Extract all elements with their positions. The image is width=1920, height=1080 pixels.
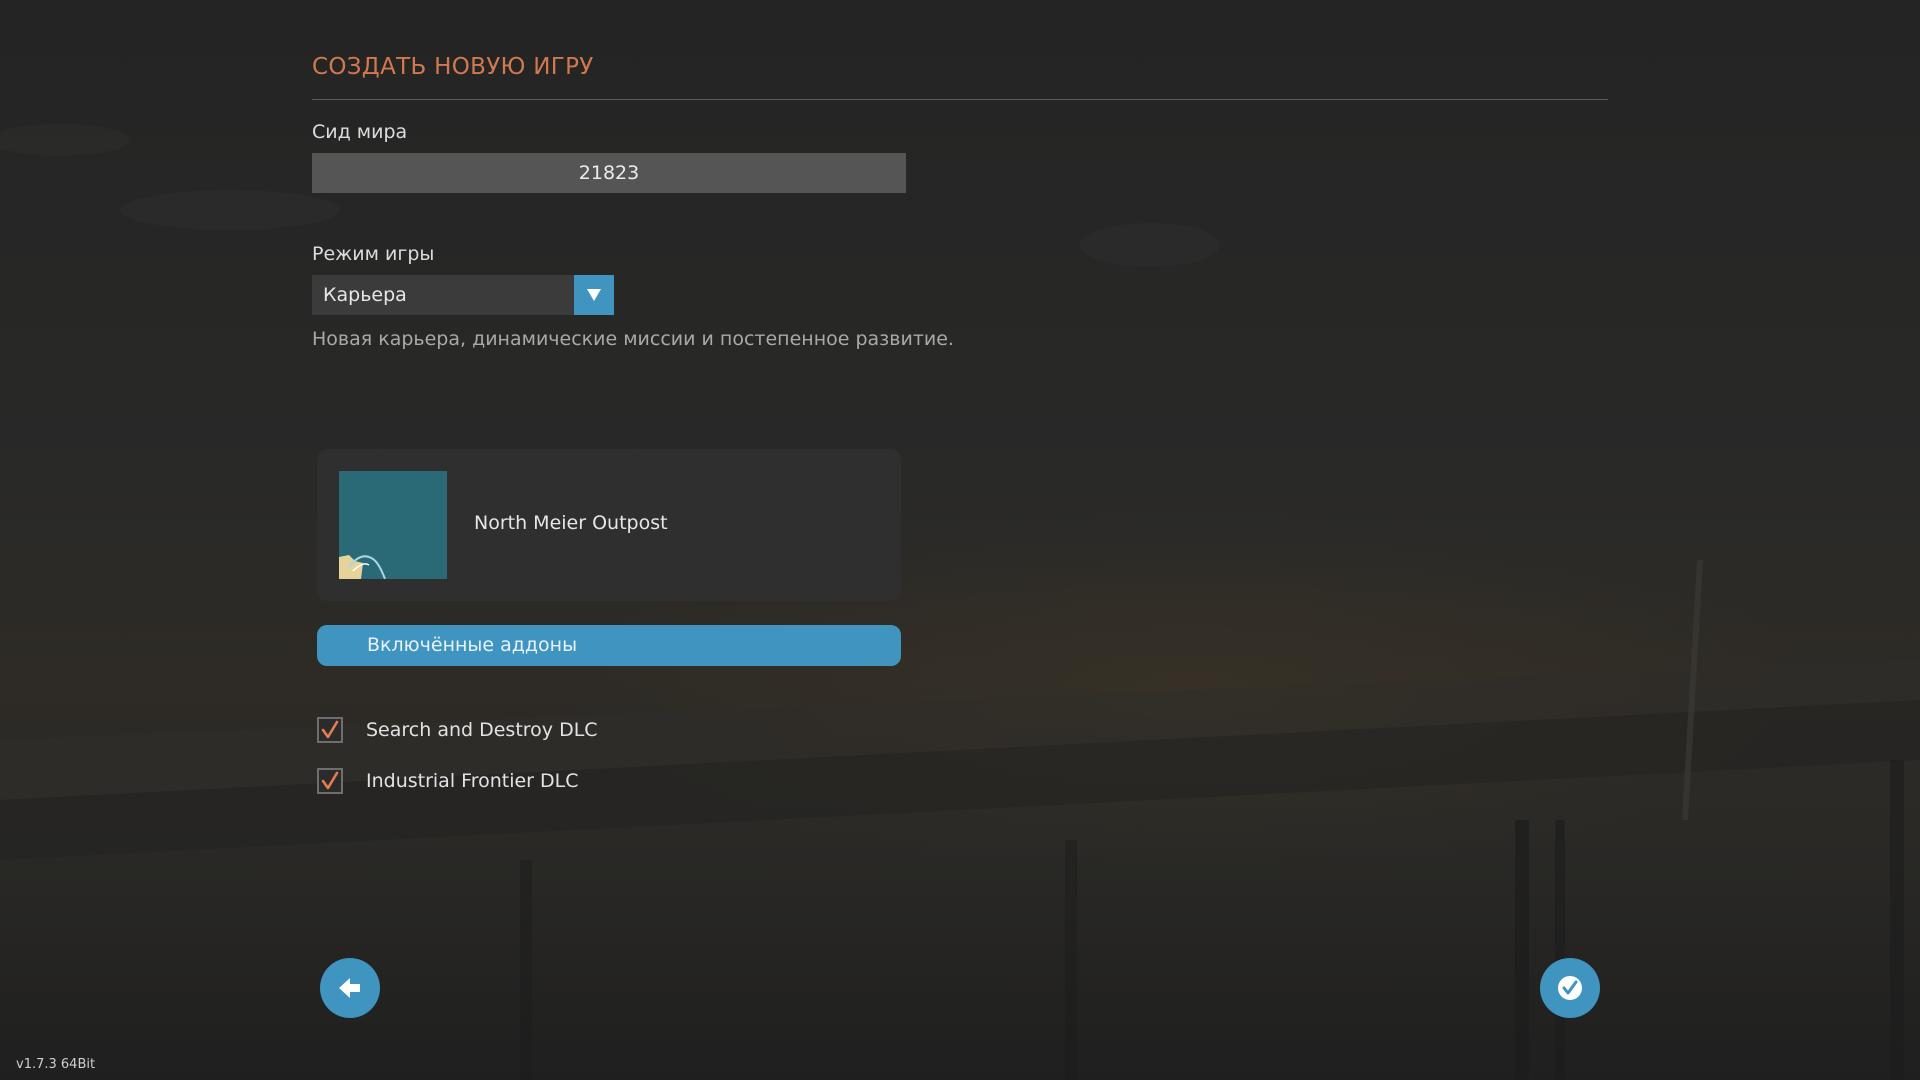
confirm-button[interactable] xyxy=(1540,958,1600,1018)
arrow-left-icon xyxy=(339,978,360,998)
dlc-checkbox[interactable] xyxy=(317,717,343,743)
map-thumbnail xyxy=(339,471,447,579)
version-label: v1.7.3 64Bit xyxy=(16,1057,96,1072)
chevron-down-icon xyxy=(587,289,601,301)
enabled-addons-header[interactable]: Включённые аддоны xyxy=(317,625,901,666)
dropdown-toggle-button[interactable] xyxy=(574,275,614,315)
check-circle-icon xyxy=(1558,976,1582,1000)
game-mode-description: Новая карьера, динамические миссии и пос… xyxy=(312,328,954,350)
enabled-addons-label: Включённые аддоны xyxy=(367,634,578,656)
dlc-label: Search and Destroy DLC xyxy=(366,719,598,741)
title-divider xyxy=(312,99,1608,100)
game-mode-selected-value: Карьера xyxy=(323,284,407,306)
dlc-row-industrial-frontier[interactable]: Industrial Frontier DLC xyxy=(317,766,579,796)
game-mode-label: Режим игры xyxy=(312,243,435,265)
world-seed-input[interactable]: 21823 xyxy=(312,153,906,193)
map-preview-image xyxy=(339,471,447,579)
background-scene xyxy=(0,0,1920,1080)
page-title: СОЗДАТЬ НОВУЮ ИГРУ xyxy=(312,54,594,80)
checkmark-icon xyxy=(321,771,339,790)
back-button[interactable] xyxy=(320,958,380,1018)
background-terrain xyxy=(0,124,1920,1080)
checkmark-icon xyxy=(321,720,339,739)
map-card[interactable]: North Meier Outpost xyxy=(317,449,901,601)
dlc-checkbox[interactable] xyxy=(317,768,343,794)
seed-label: Сид мира xyxy=(312,121,408,143)
dlc-label: Industrial Frontier DLC xyxy=(366,770,579,792)
dlc-row-search-and-destroy[interactable]: Search and Destroy DLC xyxy=(317,715,598,745)
game-mode-dropdown[interactable]: Карьера xyxy=(312,275,614,315)
map-name: North Meier Outpost xyxy=(474,512,668,534)
